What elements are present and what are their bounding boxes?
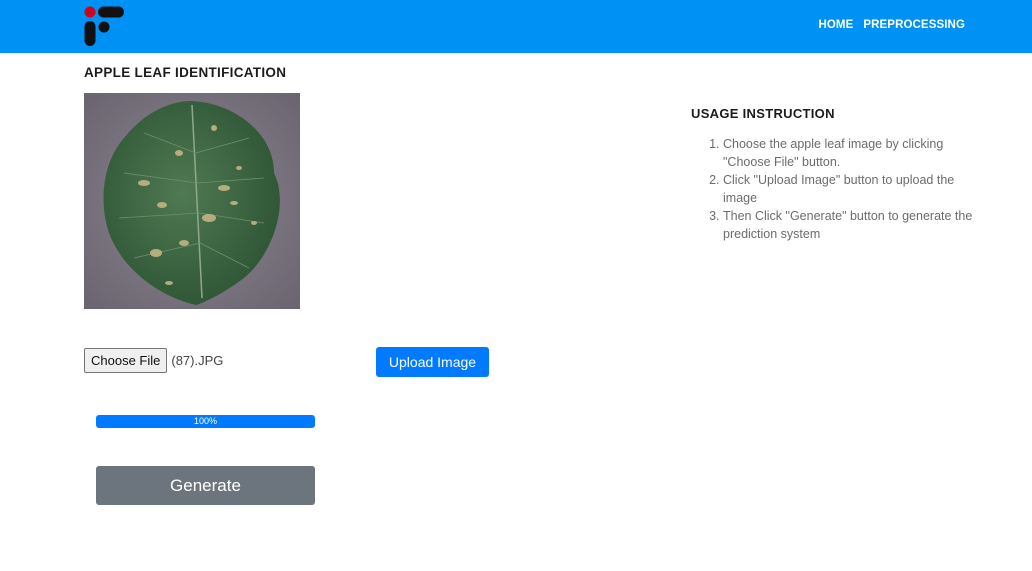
usage-steps-list: Choose the apple leaf image by clicking … xyxy=(691,135,991,243)
upload-progress: 100% xyxy=(96,415,315,428)
usage-step: Then Click "Generate" button to generate… xyxy=(723,207,991,243)
usage-step: Click "Upload Image" button to upload th… xyxy=(723,171,991,207)
brand-logo-icon[interactable] xyxy=(83,5,125,47)
nav-home-link[interactable]: HOME xyxy=(818,19,853,31)
page-title: APPLE LEAF IDENTIFICATION xyxy=(84,65,287,80)
nav-preprocessing-link[interactable]: PREPROCESSING xyxy=(863,19,965,31)
usage-instruction-panel: USAGE INSTRUCTION Choose the apple leaf … xyxy=(691,106,991,243)
choose-file-button[interactable]: Choose File xyxy=(84,348,168,373)
progress-bar-fill: 100% xyxy=(96,415,315,428)
usage-step: Choose the apple leaf image by clicking … xyxy=(723,135,991,171)
top-navbar: HOME PREPROCESSING xyxy=(0,0,1032,53)
file-input-row: Choose File (87).JPG xyxy=(84,348,223,373)
usage-title: USAGE INSTRUCTION xyxy=(691,106,835,121)
selected-file-name: (87).JPG xyxy=(171,353,224,368)
leaf-image-preview xyxy=(84,93,300,309)
generate-button[interactable]: Generate xyxy=(96,466,315,505)
upload-image-button[interactable]: Upload Image xyxy=(376,347,489,377)
nav-links: HOME PREPROCESSING xyxy=(818,19,965,31)
